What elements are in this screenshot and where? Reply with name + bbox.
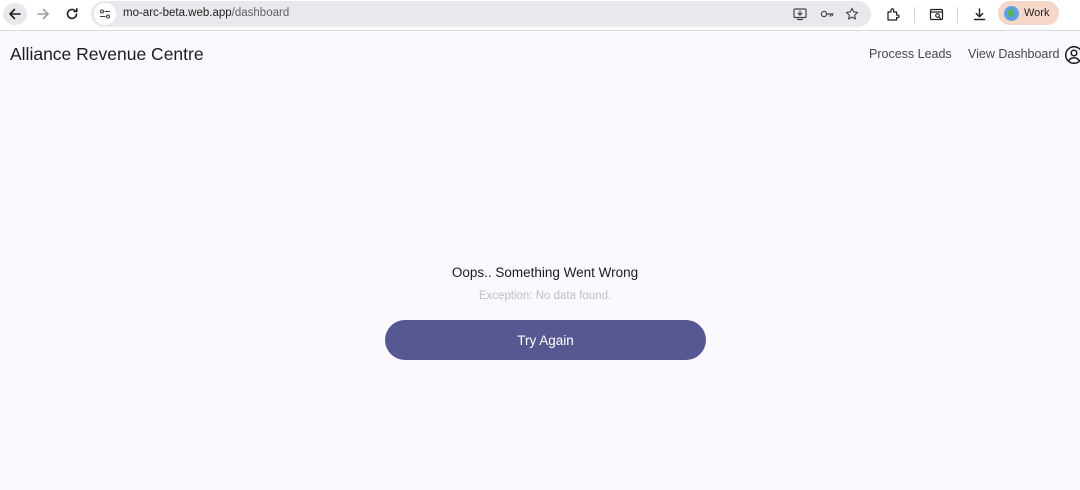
- error-message: Exception: No data found.: [478, 290, 612, 302]
- bookmark-star-icon[interactable]: [843, 5, 861, 23]
- reload-icon[interactable]: [60, 3, 84, 25]
- app-title: Alliance Revenue Centre: [10, 44, 204, 64]
- profile-button[interactable]: Work: [998, 1, 1059, 25]
- globe-avatar-icon: [1004, 5, 1019, 21]
- profile-label: Work: [1024, 7, 1050, 19]
- forward-arrow-icon[interactable]: [31, 3, 55, 25]
- search-tab-icon[interactable]: [926, 4, 946, 24]
- toolbar-divider: [914, 7, 915, 23]
- try-again-button[interactable]: Try Again: [385, 320, 706, 360]
- nav-process-leads[interactable]: Process Leads: [869, 47, 952, 61]
- address-bar[interactable]: mo-arc-beta.web.app/dashboard: [91, 1, 871, 27]
- extensions-icon[interactable]: [883, 4, 903, 24]
- back-arrow-icon[interactable]: [3, 3, 27, 25]
- toolbar-divider: [957, 7, 958, 23]
- nav-view-dashboard[interactable]: View Dashboard: [968, 47, 1060, 61]
- site-info-icon[interactable]: [94, 3, 116, 25]
- password-key-icon[interactable]: [818, 5, 836, 23]
- browser-toolbar: mo-arc-beta.web.app/dashboard Work: [0, 0, 1080, 31]
- url-text[interactable]: mo-arc-beta.web.app/dashboard: [123, 7, 289, 19]
- download-icon[interactable]: [969, 4, 989, 24]
- url-path: /dashboard: [231, 7, 290, 19]
- error-title: Oops.. Something Went Wrong: [451, 265, 639, 280]
- account-circle-icon[interactable]: [1064, 45, 1080, 65]
- install-app-icon[interactable]: [791, 5, 809, 23]
- url-host: mo-arc-beta.web.app: [123, 7, 232, 19]
